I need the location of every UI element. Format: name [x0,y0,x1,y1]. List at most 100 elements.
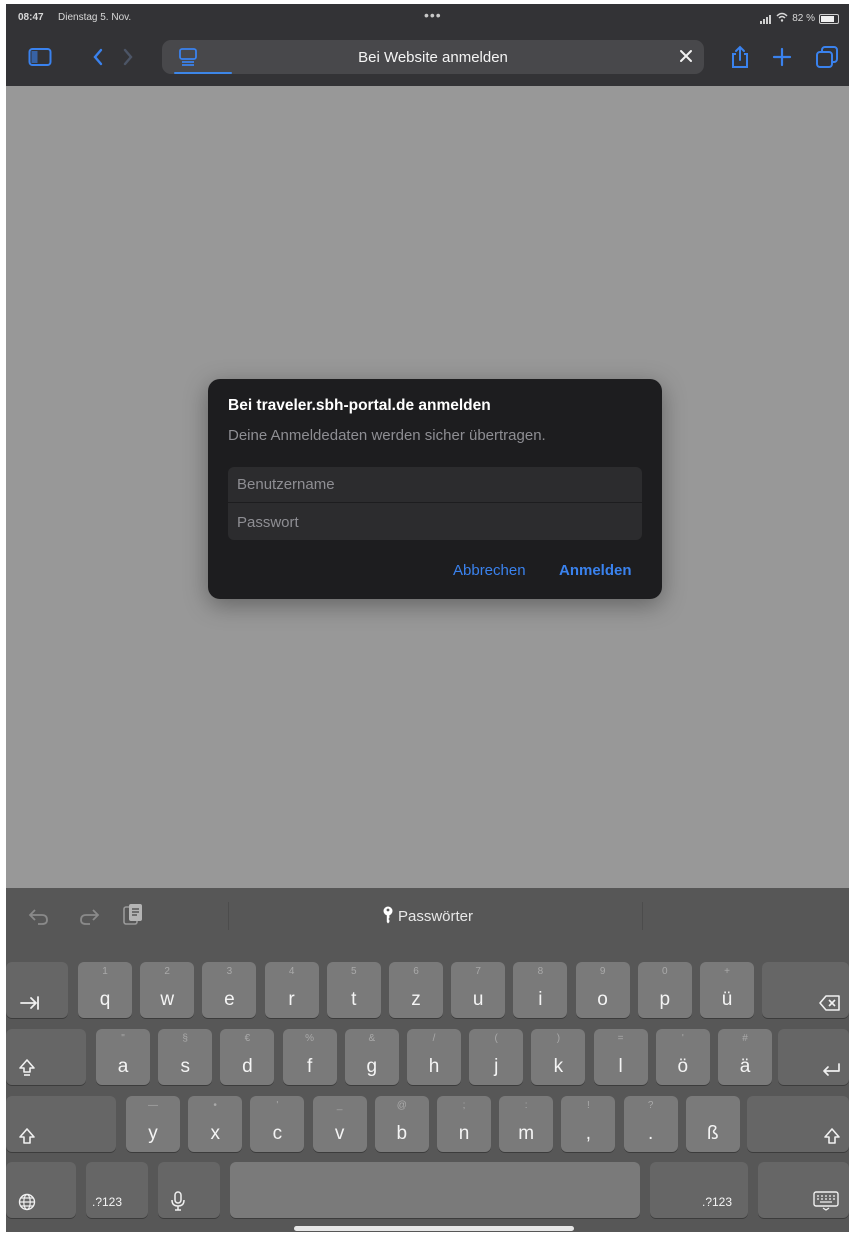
address-bar[interactable]: Bei Website anmelden [162,40,704,74]
key-g[interactable]: & g [344,1029,399,1085]
status-indicators: 82 % [760,12,839,25]
battery-icon [819,13,839,24]
key-f[interactable]: % f [282,1029,337,1085]
key-.[interactable]: ?. [623,1096,678,1152]
passwords-button[interactable]: Passwörter [6,906,849,928]
page-load-progress [174,72,232,74]
key-primary-label: ü [721,989,733,1010]
key-primary-label: ö [677,1056,689,1077]
tab-icon [20,995,40,1011]
globe-key[interactable] [6,1162,76,1218]
key-primary-label: . [647,1123,654,1144]
space-key[interactable] [230,1162,640,1218]
login-button[interactable]: Anmelden [559,562,632,579]
return-key[interactable] [778,1029,849,1085]
key-p[interactable]: 0p [637,962,692,1018]
key-ß[interactable]: ß [685,1096,740,1152]
keyboard-icon [813,1191,839,1211]
key-primary-label: x [210,1123,220,1144]
home-indicator[interactable] [294,1226,574,1231]
key-,[interactable]: !, [561,1096,616,1152]
key-d[interactable]: € d [220,1029,275,1085]
caps-lock-key[interactable] [6,1029,86,1085]
key-secondary-label: / [432,1033,436,1044]
key-primary-label: s [180,1056,190,1077]
hide-keyboard-key[interactable] [758,1162,849,1218]
caps-lock-icon [18,1058,36,1078]
status-date: Dienstag 5. Nov. [58,12,132,23]
key-primary-label: b [396,1123,408,1144]
key-secondary-label: " [121,1033,125,1044]
wifi-icon [776,12,788,25]
key-s[interactable]: § s [158,1029,213,1085]
key-secondary-label: = [617,1033,624,1044]
key-e[interactable]: 3e [202,962,257,1018]
key-j[interactable]: (j [469,1029,524,1085]
key-x[interactable]: • x [188,1096,243,1152]
numbers-key-left[interactable]: .?123 [86,1162,148,1218]
multitasking-dots[interactable]: ••• [424,7,442,23]
sidebar-icon[interactable] [26,42,54,72]
cancel-button[interactable]: Abbrechen [453,562,526,579]
key-i[interactable]: 8i [513,962,568,1018]
credentials-fields [228,467,642,540]
key-n[interactable]: ; n [437,1096,491,1152]
key-b[interactable]: @ b [374,1096,429,1152]
key-w[interactable]: 2w [140,962,195,1018]
key-u[interactable]: 7u [451,962,506,1018]
key-secondary-label: • [213,1100,217,1111]
key-a[interactable]: " a [96,1029,150,1085]
key-ä[interactable]: # ä [718,1029,772,1085]
key-primary-label: j [494,1056,499,1077]
tabs-overview-icon[interactable] [814,42,840,72]
address-title: Bei Website anmelden [358,49,508,66]
key-secondary-label: _ [336,1100,343,1111]
shift-left-key[interactable] [6,1096,116,1152]
key-secondary-label: ' [276,1100,279,1111]
key-z[interactable]: 6z [389,962,443,1018]
key-primary-label: c [272,1123,283,1144]
dictation-key[interactable] [158,1162,220,1218]
key-m[interactable]: :m [499,1096,554,1152]
close-icon[interactable] [678,48,694,69]
shift-right-key[interactable] [747,1096,849,1152]
back-icon[interactable] [88,42,108,72]
key-secondary-label: ? [647,1100,654,1111]
share-icon[interactable] [728,42,752,72]
forward-icon[interactable] [118,42,138,72]
return-icon [821,1062,841,1078]
key-c[interactable]: ' c [250,1096,305,1152]
dialog-subtitle: Deine Anmeldedaten werden sicher übertra… [228,427,546,444]
key-secondary-label: 6 [413,966,419,977]
new-tab-icon[interactable] [770,42,794,72]
numbers-key-right[interactable]: .?123 [650,1162,748,1218]
key-k[interactable]: ) k [531,1029,586,1085]
shift-icon [823,1127,841,1145]
key-ü[interactable]: + ü [700,962,754,1018]
key-o[interactable]: 9o [575,962,630,1018]
delete-icon [819,995,841,1011]
key-ö[interactable]: ' ö [655,1029,710,1085]
key-primary-label: i [538,989,543,1010]
key-primary-label: a [117,1056,129,1077]
password-field[interactable] [237,513,633,531]
key-secondary-label: ; [462,1100,466,1111]
username-field[interactable] [237,476,633,493]
key-primary-label: ß [706,1123,719,1144]
key-q[interactable]: 1q [78,962,132,1018]
shift-icon [18,1127,36,1145]
key-secondary-label: — [148,1100,158,1111]
key-l[interactable]: = l [593,1029,648,1085]
key-y[interactable]: — y [126,1096,180,1152]
key-primary-label: g [366,1056,378,1077]
key-icon [382,906,394,928]
key-r[interactable]: 4r [264,962,319,1018]
delete-key[interactable] [762,962,849,1018]
key-secondary-label: + [724,966,730,977]
key-v[interactable]: _ v [312,1096,367,1152]
battery-percent: 82 % [792,13,815,24]
microphone-icon [170,1191,186,1211]
key-t[interactable]: 5t [326,962,381,1018]
key-h[interactable]: / h [407,1029,461,1085]
tab-key[interactable] [6,962,68,1018]
